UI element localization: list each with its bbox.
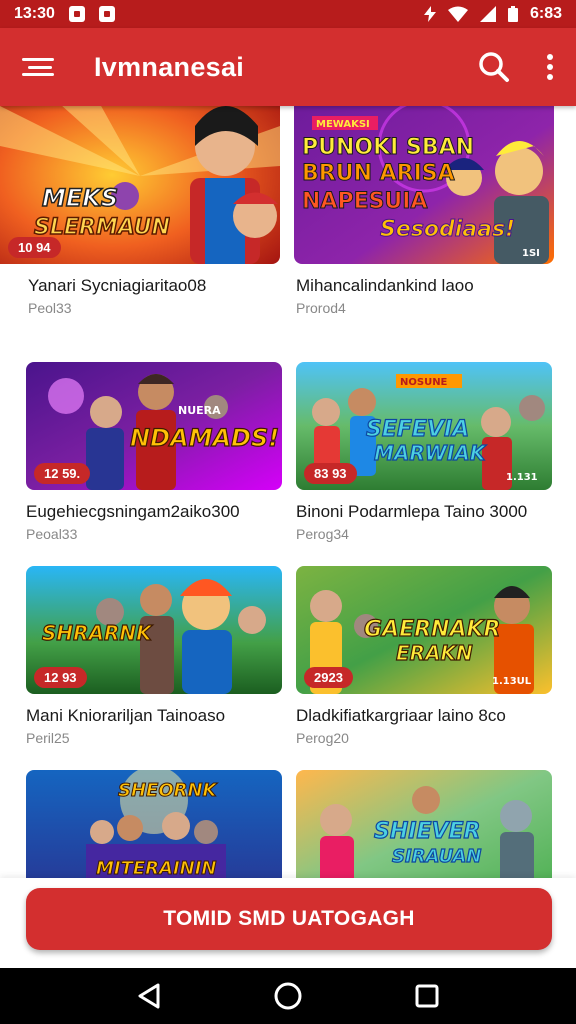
card-subtitle: Peol33 bbox=[28, 300, 72, 316]
game-card[interactable]: SHEORNK MITERAININ bbox=[26, 770, 282, 878]
thumb-title: SHRARNK bbox=[42, 621, 153, 645]
thumb-title: NDAMADS! bbox=[130, 424, 279, 452]
thumb-title: MARWIAK bbox=[374, 441, 487, 465]
game-thumbnail[interactable]: NUERA NDAMADS! 12 59. bbox=[26, 362, 282, 490]
views-badge: 83 93 bbox=[304, 463, 357, 484]
notification-icon bbox=[98, 6, 115, 22]
recents-icon[interactable] bbox=[414, 983, 440, 1009]
card-subtitle: Perog34 bbox=[296, 526, 349, 542]
card-subtitle: Peoal33 bbox=[26, 526, 78, 542]
game-thumbnail[interactable]: SHIEVER SIRAUAN bbox=[296, 770, 552, 878]
more-vert-icon[interactable] bbox=[546, 54, 554, 80]
game-thumbnail[interactable]: MEKS SLERMAUN 10 94 bbox=[0, 106, 280, 264]
thumb-title: SLERMAUN bbox=[34, 215, 170, 240]
thumb-title: MITERAININ bbox=[96, 858, 217, 878]
app-title: Ivmnanesai bbox=[94, 51, 245, 82]
content-grid: MEKS SLERMAUN 10 94 Yanari Sycniagiarita… bbox=[0, 106, 576, 878]
status-bar: 13:30 6:83 bbox=[0, 0, 576, 28]
thumb-title: ERAKN bbox=[396, 641, 473, 665]
thumb-corner-text: 1SI bbox=[522, 248, 540, 259]
wifi-icon bbox=[447, 6, 468, 22]
card-title: Mani Kniorariljan Tainoaso bbox=[26, 706, 226, 725]
thumb-title: GAERNAKR bbox=[364, 617, 500, 642]
thumb-banner: NUERA bbox=[178, 404, 221, 417]
game-card[interactable]: SHRARNK 12 93 Mani Kniorariljan Tainoaso… bbox=[26, 566, 282, 746]
home-icon[interactable] bbox=[273, 981, 303, 1011]
game-thumbnail[interactable]: SHRARNK 12 93 bbox=[26, 566, 282, 694]
app-bar: Ivmnanesai bbox=[0, 28, 576, 106]
views-badge: 12 93 bbox=[34, 667, 87, 688]
thumb-corner-text: 1.13UL bbox=[492, 676, 532, 687]
status-right-text: 6:83 bbox=[529, 5, 562, 22]
thumb-title: BRUN ARISA bbox=[302, 161, 455, 186]
card-subtitle: Peril25 bbox=[26, 730, 70, 746]
game-card[interactable]: SHIEVER SIRAUAN bbox=[296, 770, 552, 878]
game-card[interactable]: MEWAKSI PUNOKI SBAN BRUN ARISA NAPESUIA … bbox=[294, 106, 576, 316]
thumb-corner-text: 1.131 bbox=[506, 472, 538, 483]
card-title: Eugehiecgsningam2aiko300 bbox=[26, 502, 240, 521]
search-icon[interactable] bbox=[478, 51, 510, 83]
card-title: Binoni Podarmlepa Taino 3000 bbox=[296, 502, 528, 521]
thumb-banner: MEWAKSI bbox=[316, 119, 370, 130]
back-icon[interactable] bbox=[136, 982, 162, 1010]
bottom-action-area: TOMID SMD UATOGAGH bbox=[0, 878, 576, 968]
views-badge: 12 59. bbox=[34, 463, 91, 484]
game-card[interactable]: GAERNAKR ERAKN 1.13UL 2923 Dladkifiatkar… bbox=[296, 566, 552, 746]
game-thumbnail[interactable]: NOSUNE SEFEVIA MARWIAK 1.131 83 93 bbox=[296, 362, 552, 490]
primary-action-button[interactable]: TOMID SMD UATOGAGH bbox=[26, 888, 552, 950]
bolt-icon bbox=[423, 6, 436, 22]
card-title: Dladkifiatkargriaar laino 8co bbox=[296, 706, 506, 725]
thumb-title: MEKS bbox=[42, 184, 118, 212]
card-title: Yanari Sycniagiaritao08 bbox=[28, 276, 207, 295]
signal-icon bbox=[479, 6, 496, 22]
card-subtitle: Perog20 bbox=[296, 730, 349, 746]
thumb-title: SEFEVIA bbox=[366, 417, 469, 442]
battery-icon bbox=[507, 6, 518, 22]
game-thumbnail[interactable]: SHEORNK MITERAININ bbox=[26, 770, 282, 878]
game-card[interactable]: NOSUNE SEFEVIA MARWIAK 1.131 83 93 Binon… bbox=[296, 362, 552, 542]
thumb-title: PUNOKI SBAN bbox=[302, 135, 474, 160]
card-title: Mihancalindankind laoo bbox=[296, 276, 474, 295]
game-card[interactable]: NUERA NDAMADS! 12 59. Eugehiecgsningam2a… bbox=[26, 362, 282, 542]
views-badge: 10 94 bbox=[8, 237, 61, 258]
card-subtitle: Prorod4 bbox=[296, 300, 346, 316]
system-nav-bar bbox=[0, 968, 576, 1024]
thumb-title: NAPESUIA bbox=[302, 189, 428, 214]
thumb-banner: NOSUNE bbox=[400, 377, 448, 388]
status-time: 13:30 bbox=[14, 5, 55, 22]
thumb-title: SHIEVER bbox=[374, 819, 480, 844]
game-thumbnail[interactable]: GAERNAKR ERAKN 1.13UL 2923 bbox=[296, 566, 552, 694]
thumb-title: SHEORNK bbox=[118, 780, 219, 801]
thumb-title: Sesodiaas! bbox=[380, 217, 515, 242]
menu-icon[interactable] bbox=[22, 55, 54, 79]
thumb-title: SIRAUAN bbox=[392, 846, 481, 867]
game-card[interactable]: MEKS SLERMAUN 10 94 Yanari Sycniagiarita… bbox=[0, 106, 280, 316]
views-badge: 2923 bbox=[304, 667, 353, 688]
game-thumbnail[interactable]: MEWAKSI PUNOKI SBAN BRUN ARISA NAPESUIA … bbox=[294, 106, 554, 264]
notification-icon bbox=[68, 6, 85, 22]
